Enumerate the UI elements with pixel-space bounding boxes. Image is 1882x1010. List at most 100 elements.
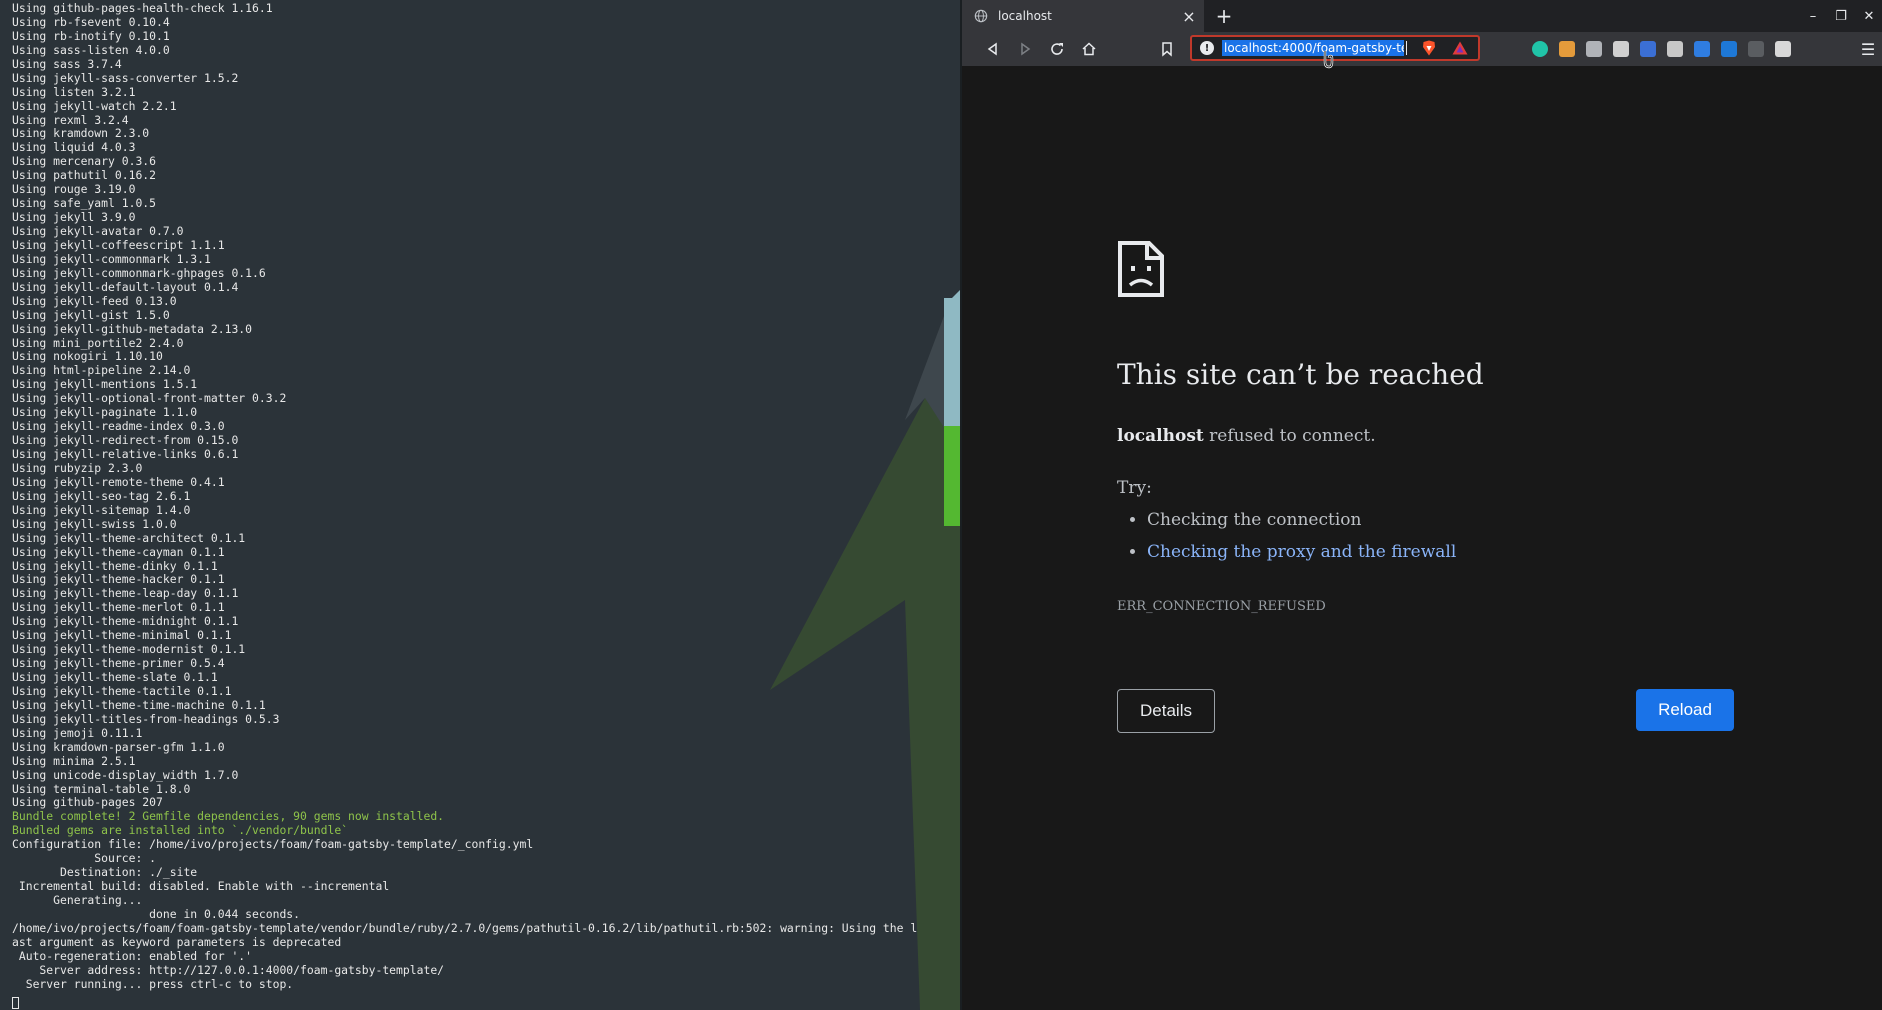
terminal-line: Using listen 3.2.1 [12, 85, 136, 99]
proxy-firewall-link[interactable]: Checking the proxy and the firewall [1147, 542, 1456, 562]
terminal-line: Bundled gems are installed into `./vendo… [12, 824, 349, 838]
terminal-line: Using rb-fsevent 0.10.4 [12, 15, 170, 29]
suggestion-item: Checking the proxy and the firewall [1147, 536, 1456, 568]
terminal-cursor [12, 997, 19, 1009]
terminal-line: Using jekyll-avatar 0.7.0 [12, 225, 184, 238]
terminal-line: Using jekyll-sass-converter 1.5.2 [12, 71, 239, 85]
help-extension-icon[interactable] [1694, 41, 1710, 57]
terminal-line: Using jekyll-commonmark-ghpages 0.1.6 [12, 266, 266, 280]
terminal-line: Using rubyzip 2.3.0 [12, 461, 143, 475]
terminal-line: Destination: ./_site [12, 866, 198, 880]
terminal-line: Using nokogiri 1.10.10 [12, 350, 163, 364]
terminal-line: Using jekyll-watch 2.2.1 [12, 99, 177, 113]
terminal-line: Using jekyll-theme-minimal 0.1.1 [12, 629, 232, 643]
terminal-line: Using jekyll-gist 1.5.0 [12, 308, 170, 322]
bug-extension-icon[interactable] [1748, 41, 1764, 57]
terminal-line: Using html-pipeline 2.14.0 [12, 364, 191, 378]
terminal-line: Using jekyll-theme-time-machine 0.1.1 [12, 698, 266, 712]
browser-menu-button[interactable]: ☰ [1858, 38, 1878, 60]
terminal-output: Using github-pages-health-check 1.16.1 Us… [12, 2, 947, 992]
terminal-line: Source: . [12, 852, 157, 866]
tab-localhost[interactable]: localhost × [962, 0, 1204, 32]
suggestion-item: Checking the connection [1147, 504, 1456, 536]
reload-icon [1051, 43, 1063, 55]
restore-button[interactable]: ❐ [1830, 6, 1852, 26]
gear-extension-icon[interactable] [1613, 41, 1629, 57]
bookmark-button[interactable] [1156, 38, 1178, 60]
terminal-line: Using jekyll-redirect-from 0.15.0 [12, 434, 239, 448]
browser-toolbar: ! localhost:4000/foam-gatsby-te ☰ [962, 32, 1882, 67]
terminal-line: Server address: http://127.0.0.1:4000/fo… [12, 963, 445, 977]
terminal-line: Using safe_yaml 1.0.5 [12, 197, 157, 211]
terminal-line: Using jekyll-theme-architect 0.1.1 [12, 531, 246, 545]
terminal-line: Using jekyll-theme-dinky 0.1.1 [12, 559, 218, 573]
terminal-line: Using jekyll-theme-midnight 0.1.1 [12, 615, 239, 629]
terminal-line: Using jekyll-feed 0.13.0 [12, 294, 177, 308]
home-icon [1082, 42, 1096, 56]
browser-window: localhost × + – ❐ ✕ ! localhost:4000/foa… [962, 0, 1882, 1010]
forward-icon [1021, 42, 1031, 56]
m-extension-icon[interactable] [1532, 41, 1548, 57]
brave-shields-icon[interactable] [1422, 40, 1436, 56]
terminal-line: Using unicode-display_width 1.7.0 [12, 768, 239, 782]
terminal-line: Using jekyll-sitemap 1.4.0 [12, 503, 191, 517]
site-info-icon[interactable]: ! [1200, 41, 1214, 55]
terminal-line: Using minima 2.5.1 [12, 754, 136, 768]
bookmark-icon [1162, 42, 1172, 57]
close-window-button[interactable]: ✕ [1858, 6, 1880, 26]
terminal-line: Using jekyll-theme-leap-day 0.1.1 [12, 587, 239, 601]
terminal-line: ast argument as keyword parameters is de… [12, 935, 342, 949]
terminal-line: Using jekyll-swiss 1.0.0 [12, 517, 177, 531]
terminal-line: Using jekyll-titles-from-headings 0.5.3 [12, 712, 280, 726]
terminal-line: /home/ivo/projects/foam/foam-gatsby-temp… [12, 921, 918, 935]
terminal-line: Auto-regeneration: enabled for '.' [12, 949, 253, 963]
terminal-line: Using sass 3.7.4 [12, 57, 122, 71]
terminal-line: Server running... press ctrl-c to stop. [12, 977, 294, 991]
pen-extension-icon[interactable] [1640, 41, 1656, 57]
brave-rewards-icon[interactable] [1452, 41, 1468, 55]
terminal-line: Using terminal-table 1.8.0 [12, 782, 191, 796]
terminal-line: Using jekyll 3.9.0 [12, 211, 136, 225]
tab-title: localhost [998, 9, 1052, 23]
home-button[interactable] [1078, 38, 1100, 60]
error-host: localhost [1117, 426, 1204, 446]
terminal-line: Using liquid 4.0.3 [12, 141, 136, 155]
forward-button[interactable] [1014, 38, 1036, 60]
terminal-line: Using jekyll-theme-hacker 0.1.1 [12, 573, 225, 587]
suggestion-list: Checking the connection Checking the pro… [1117, 504, 1456, 568]
terminal-line: Using jekyll-theme-modernist 0.1.1 [12, 643, 246, 657]
reload-toolbar-button[interactable] [1046, 38, 1068, 60]
terminal-line: Using jekyll-mentions 1.5.1 [12, 378, 198, 392]
terminal-line: Configuration file: /home/ivo/projects/f… [12, 838, 534, 852]
close-icon[interactable]: × [1180, 7, 1198, 26]
terminal-line: Using jekyll-seo-tag 2.6.1 [12, 489, 191, 503]
terminal-window[interactable]: Using github-pages-health-check 1.16.1 Us… [0, 0, 960, 1010]
terminal-line: Using kramdown 2.3.0 [12, 127, 150, 141]
terminal-line: Using kramdown-parser-gfm 1.1.0 [12, 740, 225, 754]
address-bar[interactable]: ! localhost:4000/foam-gatsby-te [1190, 35, 1480, 61]
terminal-line: Bundle complete! 2 Gemfile dependencies,… [12, 810, 445, 824]
feather-extension-icon[interactable] [1586, 41, 1602, 57]
new-tab-button[interactable]: + [1212, 4, 1236, 28]
terminal-line: Using jekyll-remote-theme 0.4.1 [12, 475, 225, 489]
error-message: localhost refused to connect. [1117, 426, 1376, 446]
z-extension-icon[interactable] [1667, 41, 1683, 57]
terminal-line: Using jekyll-coffeescript 1.1.1 [12, 238, 225, 252]
owl-extension-icon[interactable] [1559, 41, 1575, 57]
reload-button[interactable]: Reload [1636, 689, 1734, 731]
back-button[interactable] [982, 38, 1004, 60]
terminal-line: Using github-pages 207 [12, 796, 163, 810]
minimize-button[interactable]: – [1802, 6, 1824, 26]
terminal-line: Generating... [12, 894, 143, 907]
react-extension-icon[interactable] [1775, 41, 1791, 57]
terminal-line: Using jekyll-theme-primer 0.5.4 [12, 657, 225, 671]
terminal-line: Using rouge 3.19.0 [12, 183, 136, 197]
terminal-line: Using rb-inotify 0.10.1 [12, 29, 170, 43]
details-button[interactable]: Details [1117, 689, 1215, 733]
terminal-line: Using jekyll-github-metadata 2.13.0 [12, 322, 253, 336]
translate-extension-icon[interactable] [1721, 41, 1737, 57]
sad-page-icon [1118, 241, 1164, 297]
url-text[interactable]: localhost:4000/foam-gatsby-te [1222, 40, 1404, 56]
terminal-line: Using pathutil 0.16.2 [12, 169, 157, 183]
terminal-line: Using jekyll-theme-cayman 0.1.1 [12, 545, 225, 559]
